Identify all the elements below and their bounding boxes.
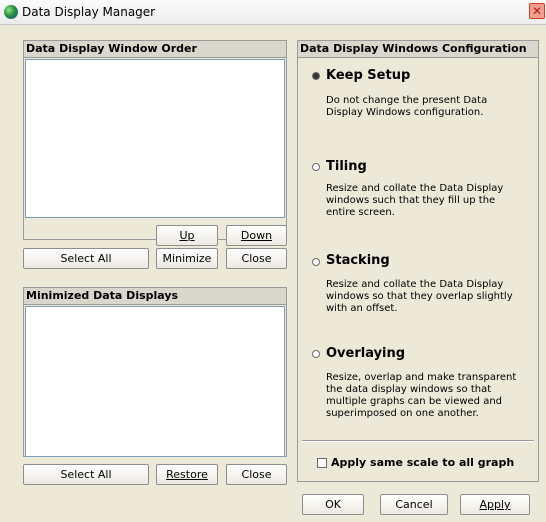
close-minimized-button[interactable]: Close — [226, 464, 287, 485]
stacking-description: Resize and collate the Data Display wind… — [326, 279, 513, 314]
minimize-button[interactable]: Minimize — [156, 248, 218, 269]
overlaying-radio[interactable] — [312, 350, 320, 358]
minimize-button-label: Minimize — [162, 252, 212, 265]
restore-button[interactable]: Restore — [156, 464, 218, 485]
close-icon: ✕ — [531, 4, 543, 18]
close-order-button[interactable]: Close — [226, 248, 287, 269]
ok-button[interactable]: OK — [302, 494, 364, 515]
stacking-label[interactable]: Stacking — [326, 253, 390, 268]
tiling-radio[interactable] — [312, 163, 320, 171]
window-title: Data Display Manager — [22, 5, 156, 19]
window-order-list[interactable] — [25, 59, 285, 218]
select-all-order-button[interactable]: Select All — [23, 248, 149, 269]
config-header: Data Display Windows Configuration — [297, 40, 539, 58]
window-order-header: Data Display Window Order — [23, 40, 287, 58]
same-scale-checkbox[interactable] — [317, 458, 327, 468]
minimized-header: Minimized Data Displays — [23, 287, 287, 305]
title-bar: Data Display Manager ✕ — [0, 0, 546, 25]
overlaying-label[interactable]: Overlaying — [326, 346, 405, 361]
window-close-button[interactable]: ✕ — [529, 3, 545, 19]
up-button-label: Up — [179, 229, 195, 242]
same-scale-label[interactable]: Apply same scale to all graph — [331, 456, 514, 469]
keep-setup-description: Do not change the present Data Display W… — [326, 95, 488, 118]
select-all-order-label: Select All — [60, 252, 112, 265]
tiling-description: Resize and collate the Data Display wind… — [326, 183, 504, 218]
close-order-label: Close — [241, 252, 272, 265]
close-minimized-label: Close — [241, 468, 272, 481]
ok-button-label: OK — [325, 498, 341, 511]
keep-setup-label[interactable]: Keep Setup — [326, 68, 410, 83]
down-button[interactable]: Down — [226, 225, 287, 246]
overlaying-description: Resize, overlap and make transparent the… — [326, 372, 517, 419]
keep-setup-radio[interactable] — [312, 72, 320, 80]
apply-button-label: Apply — [479, 498, 511, 511]
restore-button-label: Restore — [166, 468, 208, 481]
select-all-minimized-label: Select All — [60, 468, 112, 481]
minimized-list[interactable] — [25, 306, 285, 457]
down-button-label: Down — [240, 229, 273, 242]
up-button[interactable]: Up — [156, 225, 218, 246]
tiling-label[interactable]: Tiling — [326, 159, 367, 174]
config-divider — [302, 440, 534, 442]
cancel-button-label: Cancel — [395, 498, 433, 511]
apply-button[interactable]: Apply — [460, 494, 530, 515]
stacking-radio[interactable] — [312, 258, 320, 266]
app-icon — [4, 5, 18, 19]
select-all-minimized-button[interactable]: Select All — [23, 464, 149, 485]
cancel-button[interactable]: Cancel — [380, 494, 448, 515]
